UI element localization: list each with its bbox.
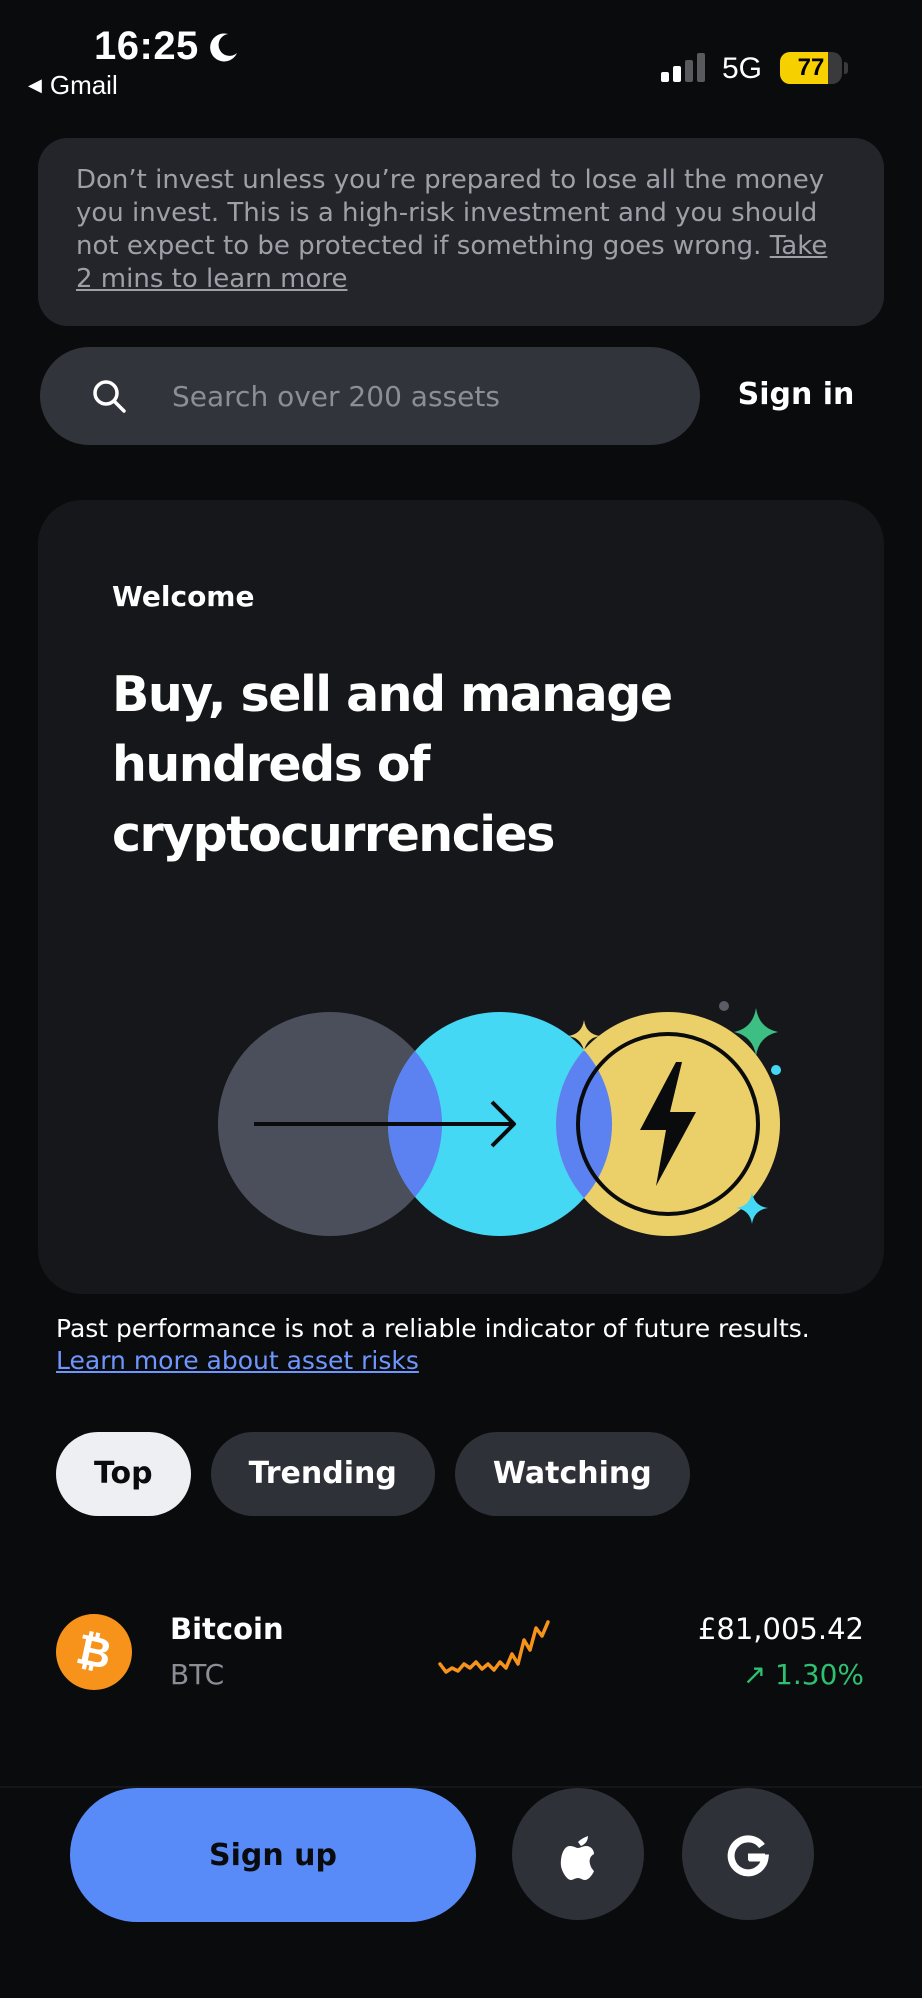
risk-warning-text: Don’t invest unless you’re prepared to l… (76, 164, 846, 296)
status-bar: 16:25 ◀ Gmail 5G 77 (0, 0, 922, 110)
tab-top[interactable]: Top (56, 1432, 191, 1516)
battery-indicator: 77 (780, 52, 842, 84)
risk-warning-banner: Don’t invest unless you’re prepared to l… (38, 138, 884, 326)
asset-row-bitcoin[interactable]: ₿ Bitcoin BTC £81,005.42 ↗ 1.30% (0, 1600, 922, 1710)
disclaimer-text: Past performance is not a reliable indic… (56, 1314, 810, 1343)
asset-tabs: Top Trending Watching (56, 1432, 690, 1516)
tab-trending[interactable]: Trending (210, 1432, 435, 1516)
performance-disclaimer: Past performance is not a reliable indic… (56, 1313, 896, 1377)
search-icon (93, 380, 126, 413)
price-sparkline (438, 1620, 550, 1674)
bitcoin-icon: ₿ (56, 1614, 132, 1690)
risk-warning-body: Don’t invest unless you’re prepared to l… (76, 165, 825, 261)
crypto-exchange-illustration (218, 1001, 781, 1236)
google-icon (727, 1835, 769, 1877)
asset-name: Bitcoin (170, 1612, 284, 1646)
search-bar[interactable] (40, 347, 700, 445)
tab-watching[interactable]: Watching (454, 1432, 690, 1516)
battery-level: 77 (797, 54, 825, 81)
network-type: 5G (722, 52, 763, 85)
moon-icon (210, 33, 237, 62)
asset-price: £81,005.42 (697, 1612, 864, 1646)
asset-change: ↗ 1.30% (742, 1658, 864, 1691)
welcome-label: Welcome (112, 580, 255, 613)
sign-in-button[interactable]: Sign in (716, 370, 876, 420)
asset-risks-link[interactable]: Learn more about asset risks (56, 1345, 896, 1377)
google-sign-in-button[interactable] (682, 1788, 814, 1920)
status-time: 16:25 (94, 24, 199, 68)
back-to-app-link[interactable]: ◀ Gmail (28, 70, 118, 101)
apple-sign-in-button[interactable] (512, 1788, 644, 1920)
apple-icon (560, 1836, 594, 1880)
cellular-signal-icon (661, 53, 705, 82)
battery-tip (844, 62, 848, 74)
back-triangle-icon: ◀ (28, 75, 42, 95)
welcome-heading: Buy, sell and manage hundreds of cryptoc… (112, 666, 673, 863)
back-app-label: Gmail (49, 70, 118, 100)
sign-up-button[interactable]: Sign up (70, 1788, 476, 1922)
svg-text:₿: ₿ (72, 1624, 116, 1679)
asset-symbol: BTC (170, 1658, 225, 1691)
search-input[interactable] (172, 347, 672, 445)
welcome-card: Welcome Buy, sell and manage hundreds of… (38, 500, 884, 1294)
